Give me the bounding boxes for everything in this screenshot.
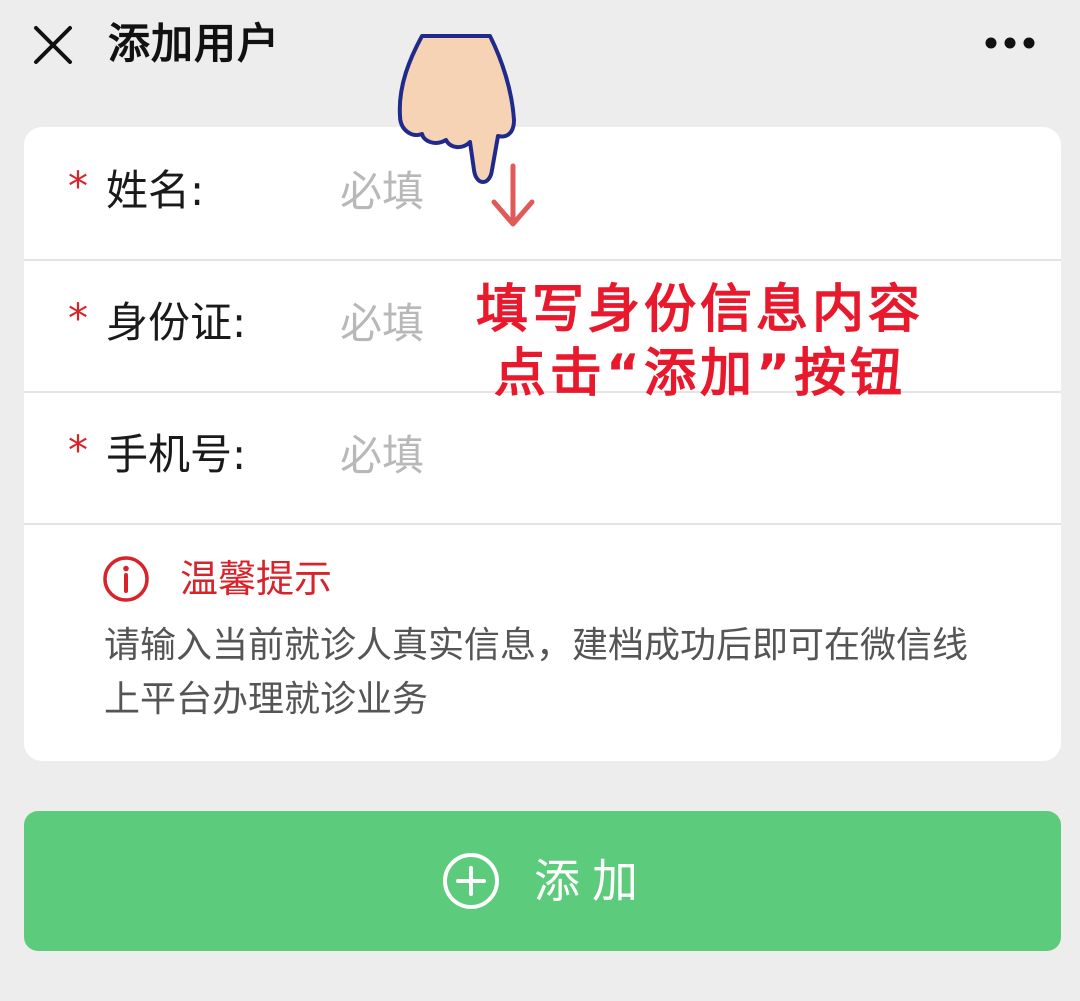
phone-row: * 手机号:: [24, 391, 1061, 525]
tip-section: 温馨提示 请输入当前就诊人真实信息，建档成功后即可在微信线上平台办理就诊业务: [24, 523, 1061, 761]
arrow-down-icon: [491, 163, 535, 227]
tip-title: 温馨提示: [180, 557, 333, 601]
id-card-label: 身份证:: [106, 298, 247, 347]
name-label: 姓名:: [106, 166, 205, 215]
instruction-annotation: 填写身份信息内容 点击“添加”按钮: [440, 278, 960, 406]
required-mark: *: [68, 296, 88, 342]
annotation-line-1: 填写身份信息内容: [475, 280, 924, 340]
add-button-label: 添加: [534, 854, 650, 908]
tip-text: 请输入当前就诊人真实信息，建档成功后即可在微信线上平台办理就诊业务: [104, 625, 969, 720]
name-row: * 姓名:: [24, 127, 1061, 261]
phone-input[interactable]: [340, 425, 940, 485]
page-title: 添加用户: [108, 19, 281, 68]
plus-circle-icon: [443, 853, 499, 909]
annotation-line-2: 点击“添加”按钮: [493, 344, 907, 404]
form-card: * 姓名: * 身份证: * 手机号: 温馨提示 请输入当前就诊人真实信息，建档…: [24, 127, 1061, 761]
more-icon[interactable]: [984, 36, 1036, 50]
phone-label: 手机号:: [106, 430, 247, 479]
add-button[interactable]: 添加: [24, 811, 1061, 951]
close-icon[interactable]: [30, 22, 76, 68]
info-icon: [103, 556, 149, 602]
required-mark: *: [68, 164, 88, 210]
required-mark: *: [68, 428, 88, 474]
top-bar: 添加用户: [0, 0, 1080, 104]
